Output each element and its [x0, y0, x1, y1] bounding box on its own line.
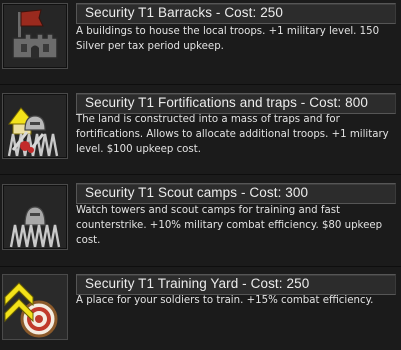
building-title: Security T1 Barracks - Cost: 250 [85, 5, 284, 20]
building-title: Security T1 Training Yard - Cost: 250 [85, 276, 310, 291]
title-bar: Security T1 Training Yard - Cost: 250 [76, 274, 396, 295]
building-description: A place for your soldiers to train. +15%… [76, 295, 374, 306]
fortifications-icon[interactable] [2, 93, 68, 159]
building-description: The land is constructed into a mass of t… [76, 114, 389, 155]
divider [0, 84, 401, 85]
building-title: Security T1 Fortifications and traps - C… [85, 95, 368, 110]
title-bar: Security T1 Fortifications and traps - C… [76, 93, 396, 114]
title-bar: Security T1 Scout camps - Cost: 300 [76, 183, 396, 204]
title-bar: Security T1 Barracks - Cost: 250 [76, 3, 396, 24]
building-title: Security T1 Scout camps - Cost: 300 [85, 185, 309, 200]
scout-camps-icon[interactable] [2, 184, 68, 250]
barracks-icon[interactable] [2, 3, 68, 69]
building-description: Watch towers and scout camps for trainin… [76, 205, 383, 246]
training-yard-icon[interactable] [2, 274, 68, 340]
building-description: A buildings to house the local troops. +… [76, 26, 380, 52]
divider [0, 174, 401, 175]
divider [0, 266, 401, 267]
